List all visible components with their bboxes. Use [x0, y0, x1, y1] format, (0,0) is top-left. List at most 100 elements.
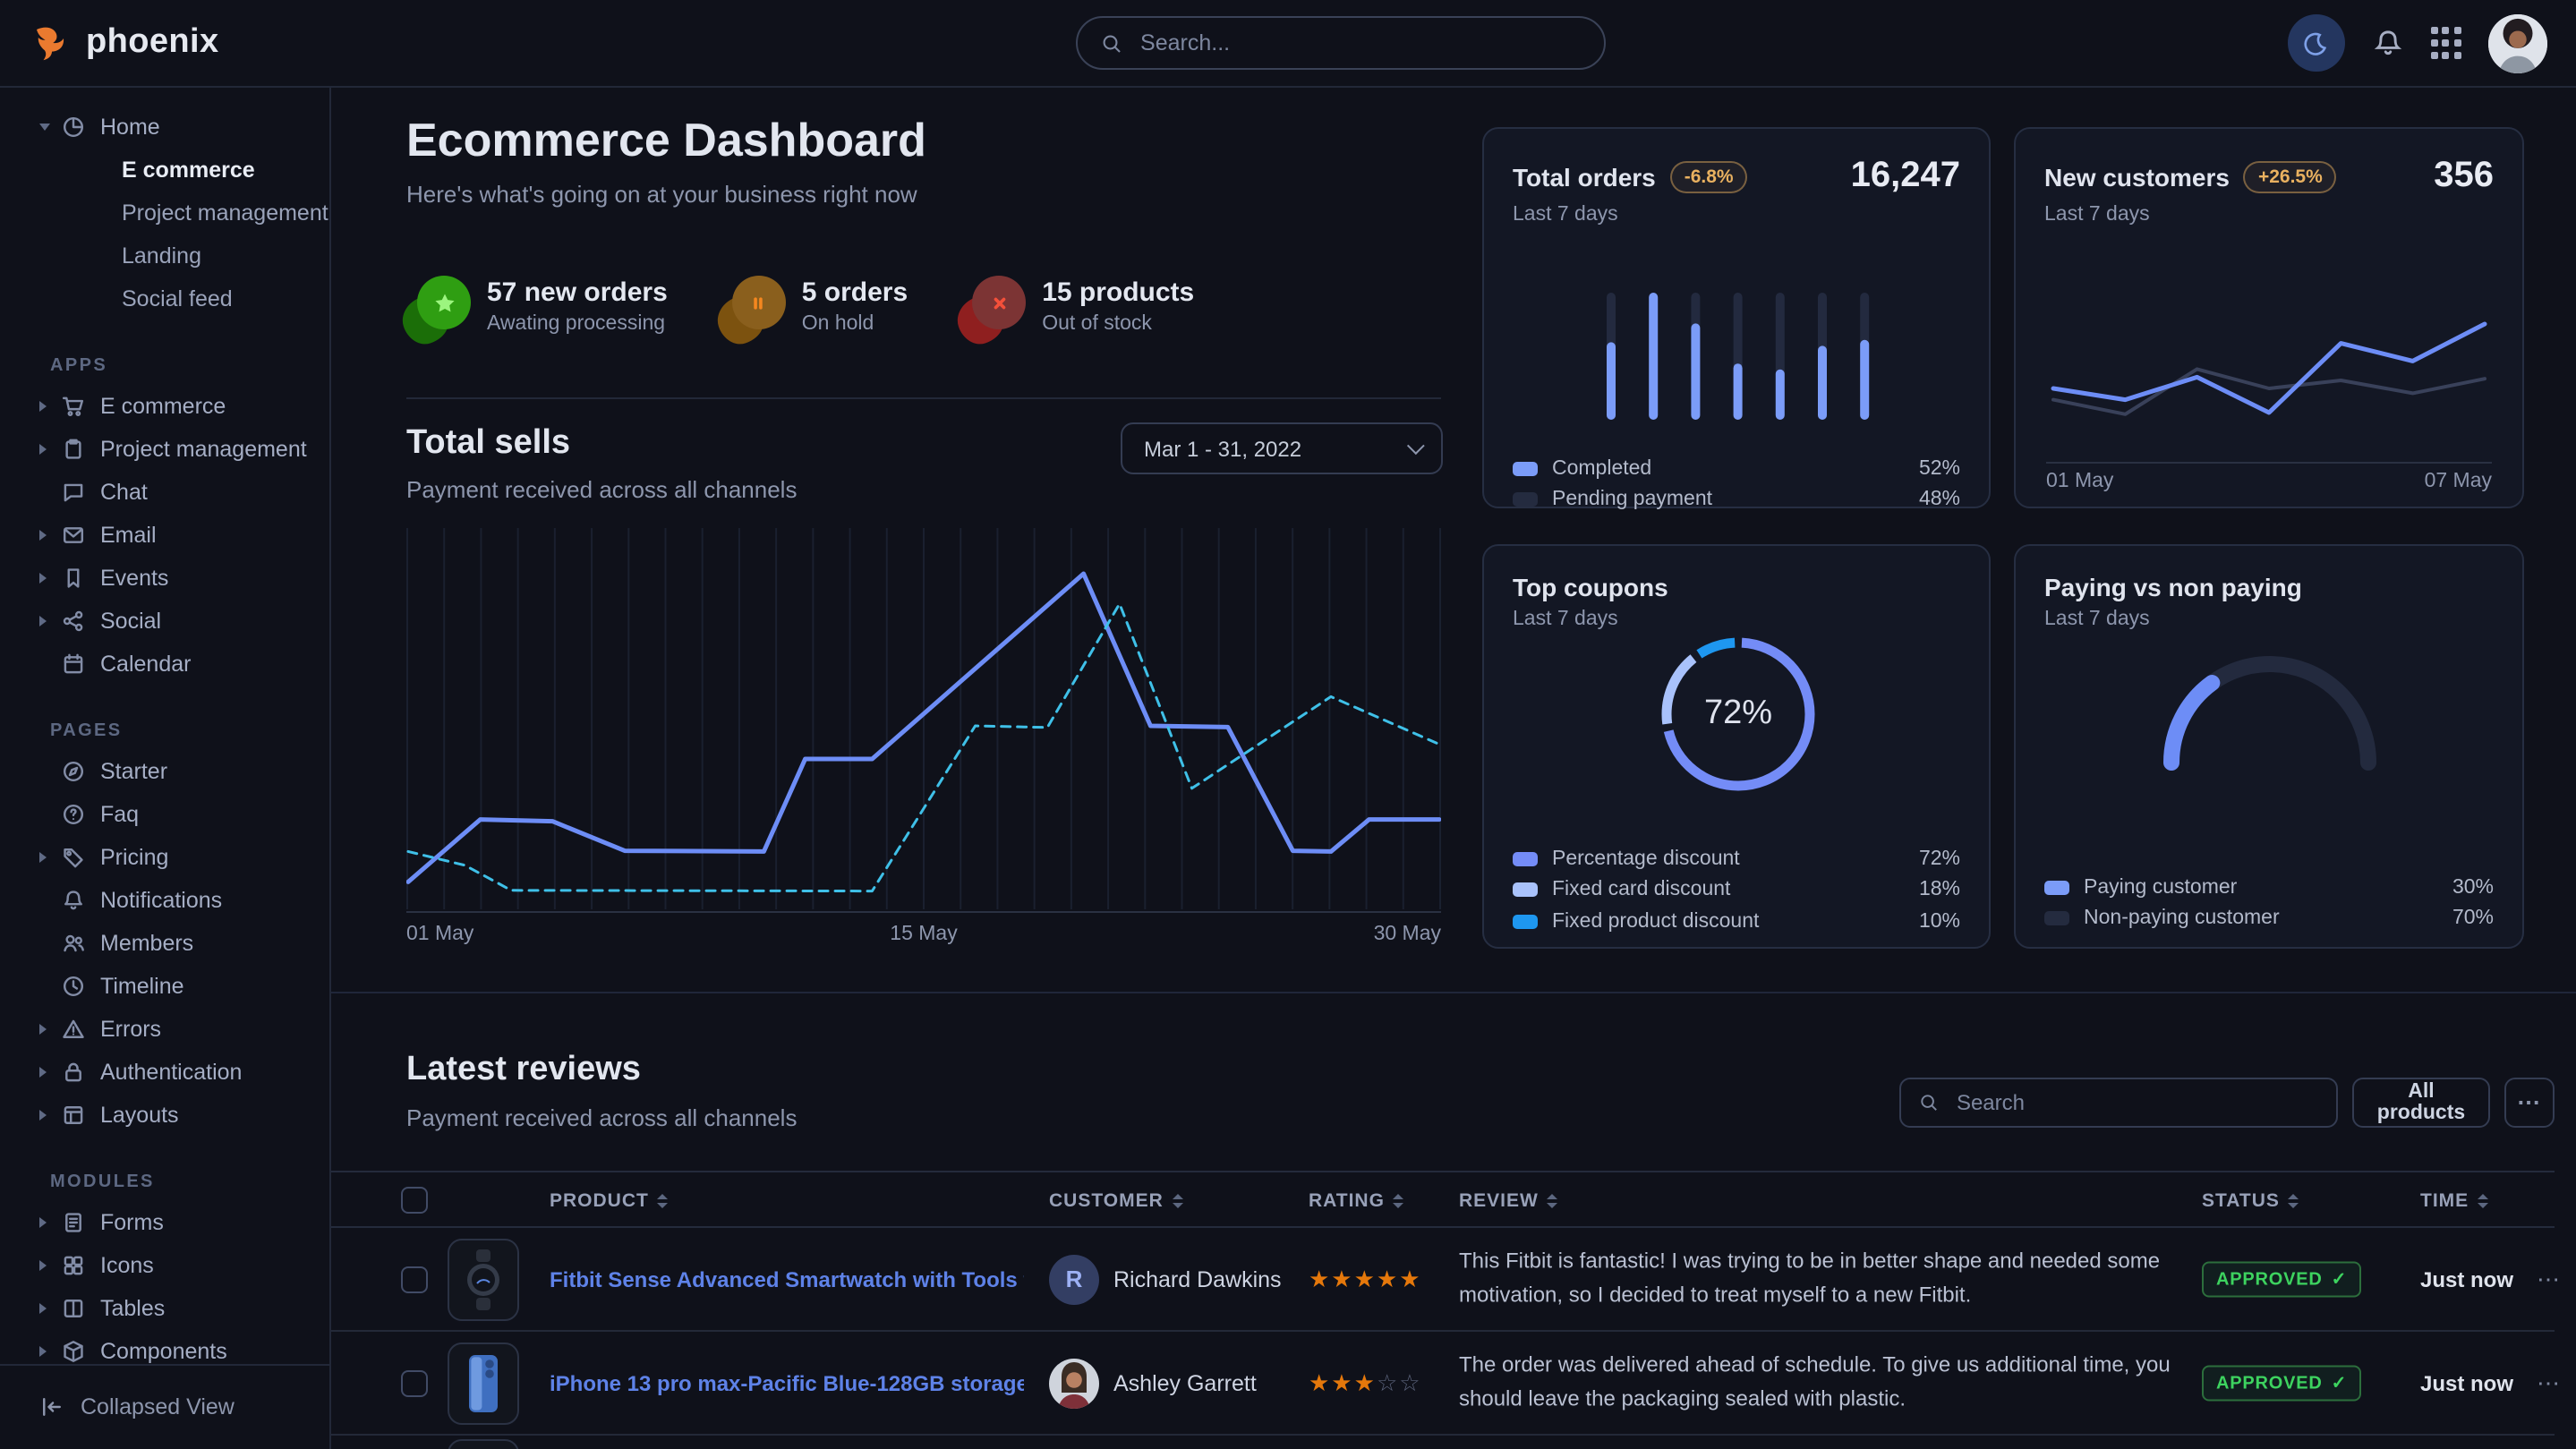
search-icon — [1101, 31, 1122, 55]
reviews-more-button[interactable]: ⋯ — [2504, 1078, 2555, 1128]
legend-swatch — [2044, 912, 2069, 926]
product-link[interactable]: Fitbit Sense Advanced Smartwatch with To… — [550, 1266, 1024, 1291]
sidebar-item-icon — [61, 480, 86, 505]
paying-legend: Paying customer 30% Non-paying customer … — [2044, 872, 2494, 934]
chevron-down-icon — [1407, 437, 1425, 455]
sidebar-section-modules: MODULES — [0, 1162, 329, 1201]
search-icon — [1919, 1092, 1939, 1113]
column-header[interactable]: TIME — [2420, 1172, 2488, 1230]
sidebar-item[interactable]: Layouts — [0, 1094, 329, 1137]
reviews-search[interactable] — [1899, 1078, 2338, 1128]
status-badge-cell: APPROVED✓ — [2202, 1261, 2361, 1298]
total-sells-title: Total sells — [406, 424, 797, 464]
pie-chart-icon — [61, 115, 86, 140]
collapse-sidebar-button[interactable]: Collapsed View — [0, 1363, 329, 1449]
global-search-input[interactable] — [1137, 29, 1581, 57]
page-subtitle: Here's what's going on at your business … — [406, 181, 917, 208]
chevron-right-icon — [39, 1067, 47, 1078]
delta-badge: -6.8% — [1670, 160, 1748, 192]
sidebar-item[interactable]: Tables — [0, 1287, 329, 1330]
sidebar-item-home[interactable]: Home — [0, 106, 329, 149]
customer-avatar — [1049, 1358, 1099, 1408]
sort-icon — [1173, 1195, 1183, 1208]
row-checkbox[interactable] — [401, 1266, 428, 1292]
reviews-subtitle: Payment received across all channels — [406, 1104, 797, 1131]
sidebar-item[interactable]: Authentication — [0, 1051, 329, 1094]
sidebar-item[interactable]: Social — [0, 600, 329, 643]
navbar-actions — [2288, 13, 2547, 72]
sidebar-subitem[interactable]: Landing — [0, 234, 329, 277]
column-header[interactable]: CUSTOMER — [1049, 1172, 1183, 1230]
select-all-checkbox[interactable] — [401, 1187, 428, 1214]
total-orders-card: Total orders -6.8% 16,247 Last 7 days Co… — [1482, 127, 1991, 508]
chevron-right-icon — [39, 530, 47, 541]
review-time: Just now — [2420, 1370, 2513, 1395]
total-sells-subtitle: Payment received across all channels — [406, 476, 797, 503]
sidebar-subitem[interactable]: Project management — [0, 192, 329, 234]
chevron-right-icon — [39, 1217, 47, 1228]
column-header[interactable]: STATUS — [2202, 1172, 2299, 1230]
global-search[interactable] — [1076, 16, 1606, 70]
sidebar-item[interactable]: Calendar — [0, 643, 329, 686]
new-customers-card: New customers +26.5% 356 Last 7 days 01 … — [2014, 127, 2524, 508]
sidebar-item[interactable]: Events — [0, 557, 329, 600]
sidebar-item-icon — [61, 394, 86, 419]
theme-toggle-button[interactable] — [2288, 14, 2345, 72]
legend-item: Pending payment 48% — [1513, 484, 1960, 516]
all-products-button[interactable]: All products — [2352, 1078, 2490, 1128]
top-coupons-legend: Percentage discount 72% Fixed card disco… — [1513, 843, 1960, 937]
row-actions-button[interactable]: ⋯ — [2537, 1368, 2562, 1397]
sort-icon — [2478, 1195, 2488, 1208]
apps-grid-button[interactable] — [2431, 28, 2461, 58]
sidebar-item[interactable]: Faq — [0, 793, 329, 836]
new-customers-line-chart — [2050, 281, 2488, 460]
sidebar-item[interactable]: Email — [0, 514, 329, 557]
sidebar-item-icon — [61, 888, 86, 913]
chevron-down-icon — [39, 124, 50, 131]
sidebar-section-pages: PAGES — [0, 711, 329, 750]
sidebar-item[interactable]: Chat — [0, 471, 329, 514]
customer-name: Ashley Garrett — [1113, 1370, 1257, 1395]
sidebar-item[interactable]: Forms — [0, 1201, 329, 1244]
column-header[interactable]: RATING — [1309, 1172, 1404, 1230]
axis-line — [2046, 462, 2492, 464]
legend-item: Percentage discount 72% — [1513, 843, 1960, 874]
sidebar-item[interactable]: Starter — [0, 750, 329, 793]
paying-card: Paying vs non paying Last 7 days Paying … — [2014, 544, 2524, 949]
customer-avatar: R — [1049, 1254, 1099, 1304]
sidebar-subitem[interactable]: Social feed — [0, 277, 329, 320]
legend-item: Completed 52% — [1513, 453, 1960, 484]
row-actions-button[interactable]: ⋯ — [2537, 1265, 2562, 1293]
product-link[interactable]: iPhone 13 pro max-Pacific Blue-128GB sto… — [550, 1370, 1024, 1395]
brand-name: phoenix — [86, 23, 219, 63]
sidebar-item[interactable]: Timeline — [0, 965, 329, 1008]
date-range-select[interactable]: Mar 1 - 31, 2022 — [1121, 422, 1443, 474]
row-checkbox[interactable] — [401, 1369, 428, 1396]
user-avatar[interactable] — [2488, 13, 2547, 72]
delta-badge: +26.5% — [2244, 160, 2337, 192]
sidebar-item[interactable]: E commerce — [0, 385, 329, 428]
sidebar-item[interactable]: Icons — [0, 1244, 329, 1287]
column-header[interactable]: PRODUCT — [550, 1172, 669, 1230]
sidebar-item[interactable]: Errors — [0, 1008, 329, 1051]
sidebar-item-icon — [61, 566, 86, 591]
column-header[interactable]: REVIEW — [1459, 1172, 1558, 1230]
legend-swatch — [2044, 881, 2069, 895]
sidebar-item[interactable]: Project management — [0, 428, 329, 471]
chevron-right-icon — [39, 444, 47, 455]
chevron-right-icon — [39, 1303, 47, 1314]
sidebar-item[interactable]: Notifications — [0, 879, 329, 922]
review-time: Just now — [2420, 1266, 2513, 1291]
order-stats: 57 new orders Awating processing 5 order… — [406, 274, 1194, 349]
sidebar-modules-list: Forms Icons Tables Components — [0, 1201, 329, 1373]
sidebar: Home E commerceProject managementLanding… — [0, 88, 331, 1449]
chevron-right-icon — [39, 616, 47, 626]
sidebar-subitem[interactable]: E commerce — [0, 149, 329, 192]
stat-icon — [721, 274, 786, 349]
total-sells-chart — [406, 528, 1441, 913]
brand-logo[interactable]: phoenix — [29, 21, 219, 64]
notifications-button[interactable] — [2372, 27, 2404, 59]
sidebar-item[interactable]: Pricing — [0, 836, 329, 879]
reviews-search-input[interactable] — [1953, 1088, 2318, 1117]
sidebar-item[interactable]: Members — [0, 922, 329, 965]
